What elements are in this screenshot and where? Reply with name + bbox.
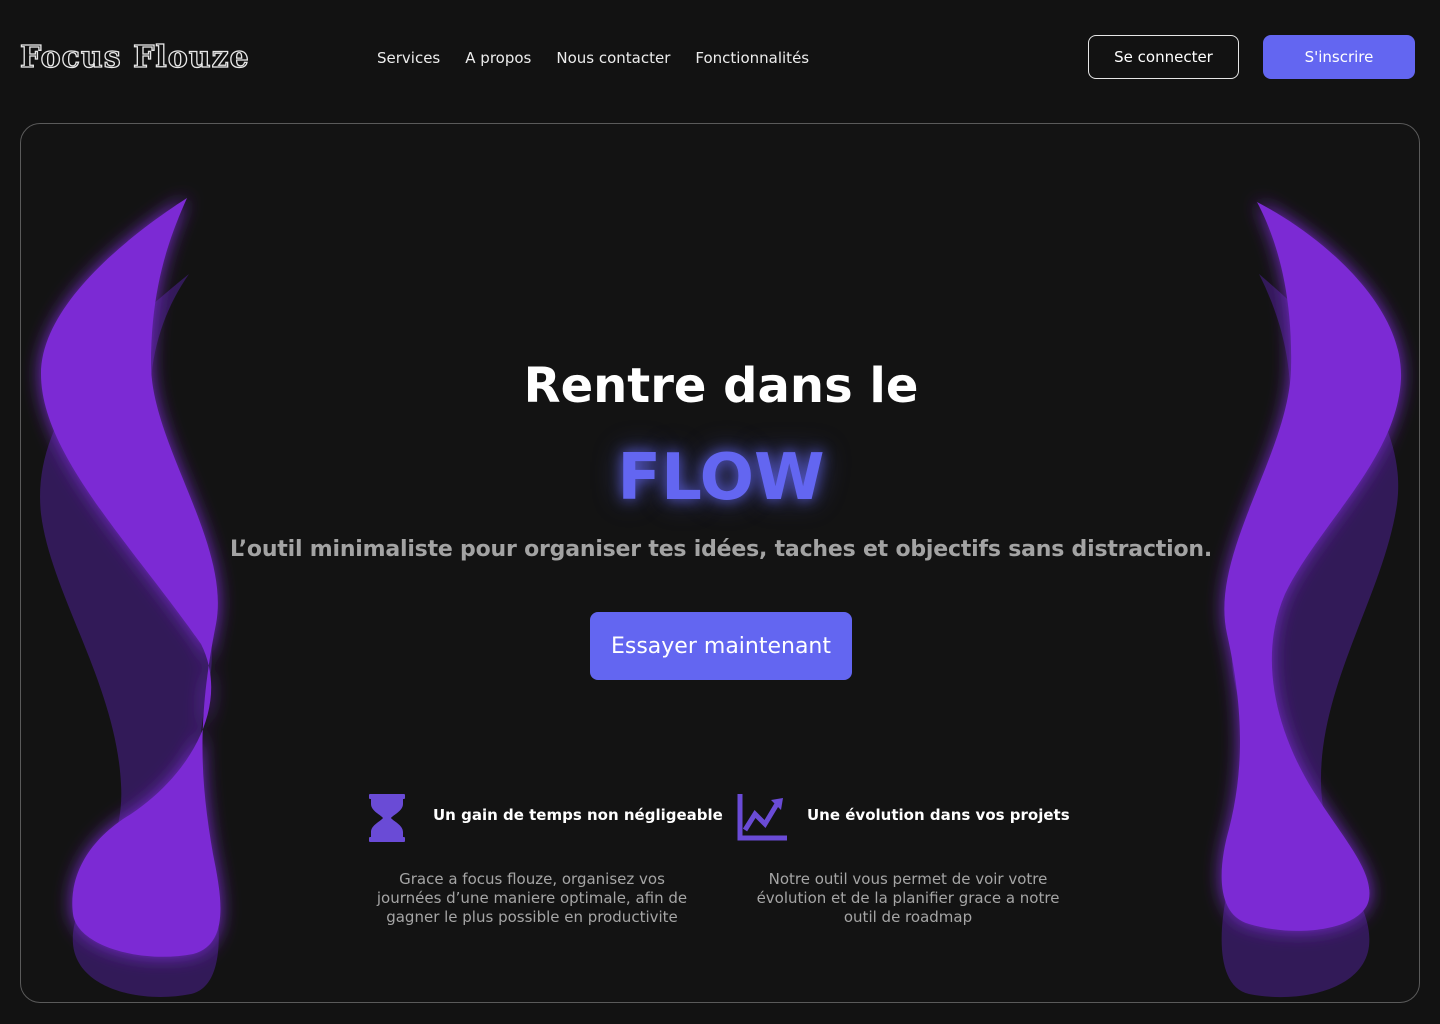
- feature-title: Un gain de temps non négligeable: [433, 806, 723, 824]
- feature-title: Une évolution dans vos projets: [807, 806, 1070, 824]
- feature-description: Notre outil vous permet de voir votre év…: [756, 870, 1060, 926]
- nav-link-contact[interactable]: Nous contacter: [556, 49, 670, 67]
- hero-title: Rentre dans le: [523, 358, 919, 414]
- feature-description: Grace a focus flouze, organisez vos jour…: [376, 870, 688, 926]
- hero-subtitle: L’outil minimaliste pour organiser tes i…: [230, 537, 1212, 562]
- signup-button[interactable]: S'inscrire: [1263, 35, 1415, 79]
- try-now-button[interactable]: Essayer maintenant: [590, 612, 852, 680]
- login-button[interactable]: Se connecter: [1088, 35, 1239, 79]
- nav-link-about[interactable]: A propos: [465, 49, 531, 67]
- nav-link-features[interactable]: Fonctionnalités: [695, 49, 809, 67]
- hourglass-icon: [361, 792, 413, 844]
- site-header: Focus Flouze Services A propos Nous cont…: [0, 0, 1440, 115]
- logo[interactable]: Focus Flouze: [19, 36, 250, 80]
- main-nav: Services A propos Nous contacter Fonctio…: [377, 46, 809, 70]
- hero-section: Rentre dans le FLOW L’outil minimaliste …: [20, 123, 1420, 1003]
- line-chart-icon: [735, 792, 787, 844]
- nav-link-services[interactable]: Services: [377, 49, 440, 67]
- hero-highlight-word: FLOW: [617, 441, 825, 515]
